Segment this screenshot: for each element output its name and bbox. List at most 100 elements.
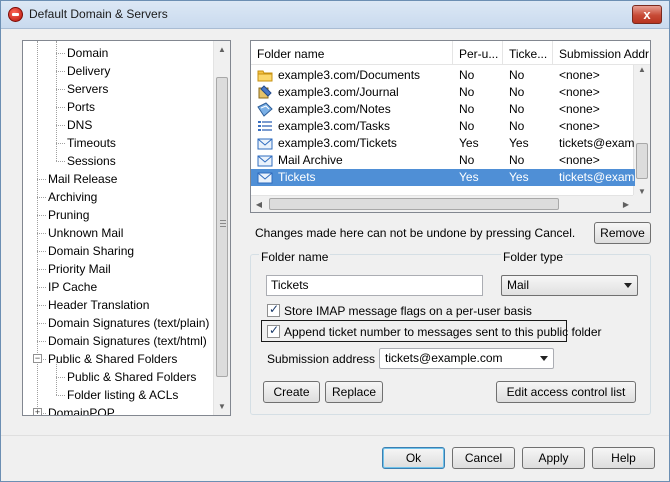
column-submission-address[interactable]: Submission Addr: [553, 41, 650, 65]
tree-collapse-icon[interactable]: −: [33, 354, 42, 363]
list-scroll-up-button[interactable]: ▲: [634, 65, 650, 75]
folder-name-cell: example3.com/Notes: [278, 102, 391, 116]
folder-row[interactable]: example3.com/Journal No No <none>: [251, 84, 635, 101]
per-user-cell: No: [459, 68, 475, 82]
append-ticket-checkbox[interactable]: ✓: [267, 323, 280, 338]
column-folder-name[interactable]: Folder name: [251, 41, 453, 65]
folder-list-horizontal-scrollbar[interactable]: ◀ ▶: [251, 195, 635, 212]
folder-list[interactable]: Folder name Per-u... Ticke... Submission…: [250, 40, 651, 213]
title-bar[interactable]: Default Domain & Servers x: [1, 1, 669, 29]
store-flags-checkbox[interactable]: ✓: [267, 302, 280, 317]
tree-item[interactable]: Delivery: [67, 62, 110, 80]
folder-row[interactable]: example3.com/Notes No No <none>: [251, 101, 635, 118]
tree-item[interactable]: Archiving: [48, 188, 97, 206]
tree-item[interactable]: Ports: [67, 98, 95, 116]
folder-row[interactable]: Tickets Yes Yes tickets@example: [251, 169, 635, 186]
help-button[interactable]: Help: [592, 447, 655, 469]
app-icon: [8, 7, 23, 22]
tree-expand-icon[interactable]: +: [33, 408, 42, 415]
column-per-user[interactable]: Per-u...: [453, 41, 503, 65]
per-user-cell: No: [459, 102, 475, 116]
folder-type-select[interactable]: Mail: [501, 275, 638, 296]
folder-icon: [257, 68, 273, 83]
submission-address-label: Submission address: [267, 352, 376, 366]
tree-item[interactable]: Public & Shared Folders: [48, 350, 177, 368]
per-user-cell: No: [459, 119, 475, 133]
submission-address-select[interactable]: tickets@example.com: [379, 348, 554, 369]
apply-button[interactable]: Apply: [522, 447, 585, 469]
tree-item[interactable]: Domain Sharing: [48, 242, 134, 260]
checkmark-icon: ✓: [269, 302, 280, 316]
tree-item[interactable]: Domain Signatures (text/html): [48, 332, 207, 350]
submission-cell: <none>: [559, 119, 600, 133]
warning-text: Changes made here can not be undone by p…: [255, 226, 576, 240]
tree-item[interactable]: Priority Mail: [48, 260, 111, 278]
tree-scroll-thumb[interactable]: [216, 77, 228, 377]
list-scroll-thumb[interactable]: [636, 143, 648, 179]
tree-item[interactable]: Domain Signatures (text/plain): [48, 314, 209, 332]
list-scroll-left-button[interactable]: ◀: [251, 196, 267, 212]
close-button[interactable]: x: [632, 5, 662, 24]
submission-cell: <none>: [559, 85, 600, 99]
per-user-cell: No: [459, 153, 475, 167]
tree-scroll-up-button[interactable]: ▲: [214, 41, 230, 58]
tree-item[interactable]: Public & Shared Folders: [67, 368, 196, 386]
folder-row[interactable]: example3.com/Documents No No <none>: [251, 67, 635, 84]
folder-name-cell: example3.com/Documents: [278, 68, 421, 82]
list-scroll-right-button[interactable]: ▶: [618, 196, 634, 212]
folder-list-vertical-scrollbar[interactable]: ▲ ▼: [633, 65, 650, 197]
close-icon: x: [643, 7, 651, 22]
remove-button[interactable]: Remove: [594, 222, 651, 244]
chevron-down-icon: [540, 356, 548, 361]
folder-row[interactable]: example3.com/Tickets Yes Yes tickets@exampl…: [251, 135, 635, 152]
tree-scroll-down-button[interactable]: ▼: [214, 398, 230, 415]
ticket-cell: No: [509, 153, 525, 167]
list-hscroll-thumb[interactable]: [269, 198, 559, 210]
notes-icon: [257, 102, 273, 117]
tree-item[interactable]: Domain: [67, 44, 108, 62]
edit-acl-button[interactable]: Edit access control list: [496, 381, 636, 403]
tree-item[interactable]: Timeouts: [67, 134, 116, 152]
tree-item[interactable]: Sessions: [67, 152, 116, 170]
settings-tree[interactable]: ▲ ▼ Domain Delivery Servers Ports DNS Timeout…: [22, 40, 231, 416]
mail-icon: [257, 170, 273, 185]
footer-separator: [1, 435, 669, 436]
tree-item[interactable]: IP Cache: [48, 278, 97, 296]
tree-item[interactable]: Servers: [67, 80, 108, 98]
tree-item[interactable]: Mail Release: [48, 170, 117, 188]
folder-name-cell: Mail Archive: [278, 153, 343, 167]
replace-button[interactable]: Replace: [325, 381, 383, 403]
window-title: Default Domain & Servers: [29, 7, 168, 21]
tree-item[interactable]: DNS: [67, 116, 92, 134]
append-ticket-label: Append ticket number to messages sent to…: [284, 325, 602, 339]
chevron-down-icon: [624, 283, 632, 288]
folder-row[interactable]: Mail Archive No No <none>: [251, 152, 635, 169]
submission-cell: <none>: [559, 153, 600, 167]
ticket-cell: No: [509, 102, 525, 116]
tree-vertical-scrollbar[interactable]: ▲ ▼: [213, 41, 230, 415]
ok-button[interactable]: Ok: [382, 447, 445, 469]
mail-icon: [257, 153, 273, 168]
folder-row[interactable]: example3.com/Tasks No No <none>: [251, 118, 635, 135]
per-user-cell: No: [459, 85, 475, 99]
folder-name-cell: example3.com/Tasks: [278, 119, 391, 133]
tree-item[interactable]: Pruning: [48, 206, 89, 224]
per-user-cell: Yes: [459, 136, 479, 150]
folder-name-cell: example3.com/Tickets: [278, 136, 397, 150]
tree-item[interactable]: Header Translation: [48, 296, 149, 314]
cancel-button[interactable]: Cancel: [452, 447, 515, 469]
tree-item[interactable]: Unknown Mail: [48, 224, 123, 242]
dialog-window: Default Domain & Servers x ▲ ▼ Domain Del…: [0, 0, 670, 482]
mail-icon: [257, 136, 273, 151]
ticket-cell: Yes: [509, 136, 529, 150]
create-button[interactable]: Create: [263, 381, 320, 403]
tree-item[interactable]: Folder listing & ACLs: [67, 386, 178, 404]
checkmark-icon: ✓: [269, 323, 280, 337]
journal-icon: [257, 85, 273, 100]
tree-item[interactable]: DomainPOP: [48, 404, 115, 415]
folder-name-input[interactable]: Tickets: [266, 275, 483, 296]
submission-cell: <none>: [559, 102, 600, 116]
column-ticket[interactable]: Ticke...: [503, 41, 553, 65]
submission-cell: tickets@example: [559, 170, 635, 184]
folder-type-value: Mail: [507, 278, 530, 292]
